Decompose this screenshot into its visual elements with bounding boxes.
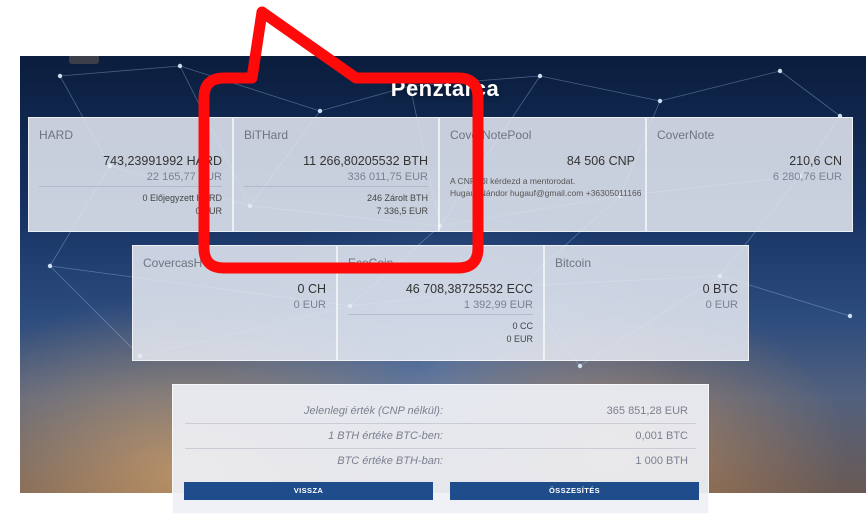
card-eur-value: 0 EUR	[705, 299, 738, 311]
page-title: Pénztárca	[390, 76, 500, 101]
card-amount: 84 506 CNP	[566, 154, 635, 168]
card-extra-1: 246 Zárolt BTH	[366, 193, 428, 203]
network-node	[317, 108, 323, 114]
back-button[interactable]: VISSZA	[184, 482, 433, 500]
card-title: CoverNote	[657, 128, 715, 142]
network-line	[659, 70, 781, 102]
summary-label-bth-in-btc: 1 BTH értéke BTC-ben:	[328, 430, 443, 442]
summary-divider	[185, 448, 696, 449]
wallet-card-bithard: BiTHard 11 266,80205532 BTH 336 011,75 E…	[233, 117, 439, 232]
card-amount: 0 CH	[297, 282, 326, 296]
card-extra-1: 0 CC	[512, 321, 533, 331]
card-title: Bitcoin	[555, 256, 592, 270]
summary-value-current-value: 365 851,28 EUR	[606, 405, 688, 417]
summary-panel: Jelenlegi érték (CNP nélkül): 365 851,28…	[172, 384, 709, 514]
card-extra-2: 7 336,5 EUR	[376, 206, 428, 216]
network-node	[847, 313, 853, 319]
card-extra-1: 0 Előjegyzett HARD	[142, 193, 222, 203]
card-eur-value: 0 EUR	[293, 299, 326, 311]
card-divider	[244, 186, 428, 187]
top-tab-handle	[69, 56, 99, 64]
network-node	[47, 263, 53, 269]
network-node	[657, 98, 663, 104]
wallet-card-ecocoin: EcoCoin 46 708,38725532 ECC 1 392,99 EUR…	[337, 245, 544, 361]
network-node	[777, 68, 783, 74]
network-line	[59, 65, 181, 77]
card-title: HARD	[39, 128, 74, 142]
card-amount: 743,23991992 HARD	[103, 154, 222, 168]
card-amount: 210,6 CN	[789, 154, 842, 168]
wallet-card-bitcoin: Bitcoin 0 BTC 0 EUR	[544, 245, 749, 361]
card-amount: 46 708,38725532 ECC	[405, 282, 533, 296]
summary-divider	[185, 423, 696, 424]
card-eur-value: 1 392,99 EUR	[463, 299, 533, 311]
network-line	[179, 65, 321, 112]
card-note-1: A CNP-ről kérdezd a mentorodat.	[450, 176, 576, 186]
card-amount: 11 266,80205532 BTH	[303, 154, 428, 168]
card-extra-2: 0 EUR	[195, 206, 222, 216]
network-node	[577, 363, 583, 369]
summary-button[interactable]: ÖSSZESÍTÉS	[450, 482, 699, 500]
card-title: CovercasH	[143, 256, 203, 270]
card-title: BiTHard	[244, 128, 289, 142]
card-eur-value: 22 165,77 EUR	[146, 171, 222, 183]
network-line	[49, 265, 141, 357]
network-node	[177, 63, 183, 69]
card-divider	[39, 186, 222, 187]
summary-label-btc-in-bth: BTC értéke BTH-ban:	[337, 455, 443, 467]
network-node	[57, 73, 63, 79]
network-line	[779, 70, 841, 117]
card-eur-value: 6 280,76 EUR	[772, 171, 842, 183]
card-eur-value: 336 011,75 EUR	[347, 171, 428, 183]
card-divider	[348, 314, 533, 315]
summary-value-bth-in-btc: 0,001 BTC	[635, 430, 688, 442]
card-note-2: Hugauf Nándor hugauf@gmail.com +36305011…	[450, 188, 642, 198]
summary-label-current-value: Jelenlegi érték (CNP nélkül):	[304, 405, 443, 417]
wallet-card-covernote: CoverNote 210,6 CN 6 280,76 EUR	[646, 117, 853, 232]
wallet-card-covercash: CovercasH 0 CH 0 EUR	[132, 245, 337, 361]
card-title: CoverNotePool	[450, 128, 532, 142]
card-extra-2: 0 EUR	[506, 334, 533, 344]
summary-value-btc-in-bth: 1 000 BTH	[635, 455, 688, 467]
card-title: EcoCoin	[348, 256, 394, 270]
wallet-card-hard: HARD 743,23991992 HARD 22 165,77 EUR 0 E…	[28, 117, 233, 232]
card-amount: 0 BTC	[702, 282, 738, 296]
wallet-card-covernotepool: CoverNotePool 84 506 CNP A CNP-ről kérde…	[439, 117, 646, 232]
